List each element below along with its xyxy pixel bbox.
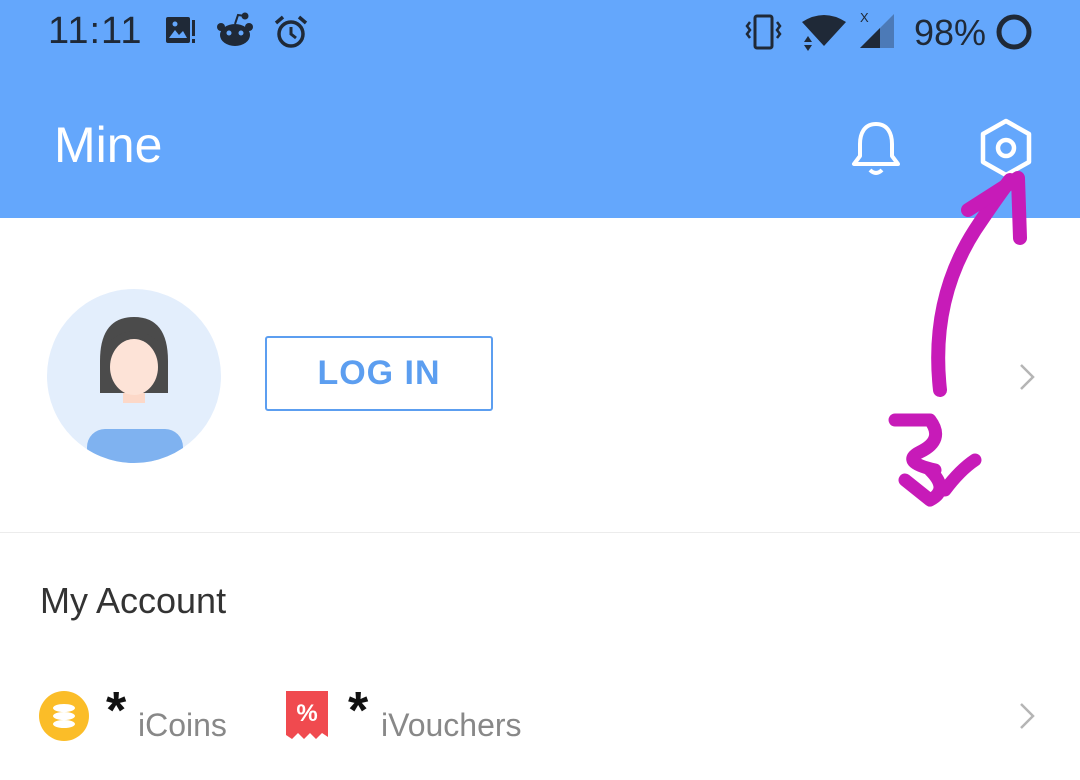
reddit-icon: [217, 12, 253, 46]
icoins-label: iCoins: [138, 707, 227, 743]
signal-icon: X: [860, 10, 894, 48]
my-account-heading: My Account: [40, 580, 227, 621]
status-time: 11:11: [48, 10, 143, 52]
svg-text:X: X: [860, 10, 869, 25]
svg-text:%: %: [296, 700, 317, 727]
alarm-icon: [274, 15, 308, 48]
coin-icon: [39, 691, 89, 741]
vibrate-icon: [745, 14, 782, 50]
settings-icon[interactable]: [976, 116, 1036, 180]
battery-percent: 98%: [914, 12, 987, 53]
wallet-row[interactable]: * iCoins % * iVouchers: [0, 665, 1080, 765]
status-bar: 11:11 X 98%: [0, 0, 1080, 70]
wallet-chevron-right-icon[interactable]: [1018, 701, 1038, 731]
icoins-value: *: [106, 682, 127, 740]
wifi-icon: [802, 15, 846, 51]
battery-icon: [996, 14, 1032, 50]
ivouchers-label: iVouchers: [381, 707, 522, 743]
page-title: Mine: [54, 117, 163, 173]
bell-icon[interactable]: [848, 118, 904, 178]
user-avatar-icon[interactable]: [47, 289, 221, 463]
ivouchers-value: *: [348, 682, 369, 740]
profile-chevron-right-icon[interactable]: [1018, 362, 1038, 392]
voucher-icon: %: [286, 691, 328, 739]
gallery-icon: [166, 17, 195, 43]
login-button[interactable]: LOG IN: [265, 336, 493, 411]
